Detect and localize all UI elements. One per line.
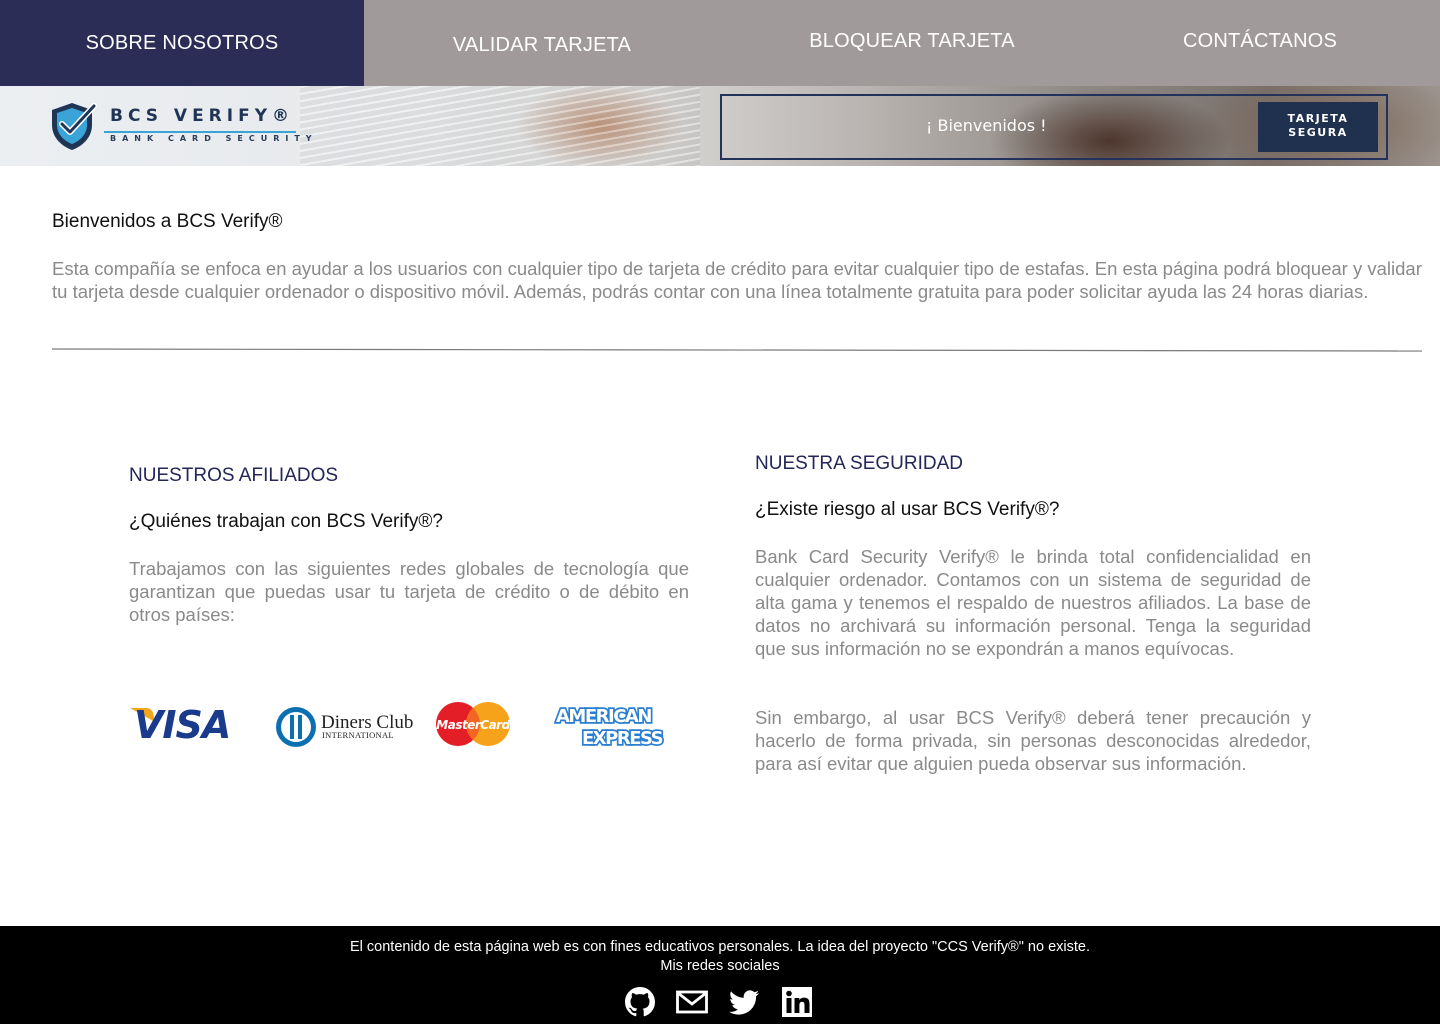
diners-club-logo: Diners Club INTERNATIONAL [276, 707, 413, 747]
badge-label: TARJETA SEGURA [1287, 112, 1349, 139]
nav-bloquear-tarjeta[interactable]: BLOQUEAR TARJETA [720, 0, 1104, 86]
svg-text:VISA: VISA [134, 703, 230, 746]
affiliates-body: Trabajamos con las siguientes redes glob… [129, 558, 689, 625]
banner-texture [300, 86, 700, 166]
nav-label: BLOQUEAR TARJETA [809, 30, 1015, 52]
top-nav: SOBRE NOSOTROS VALIDAR TARJETA BLOQUEAR … [0, 0, 1440, 86]
svg-text:EXPRESS: EXPRESS [582, 728, 663, 748]
logo-underline [104, 131, 296, 133]
nav-sobre-nosotros[interactable]: SOBRE NOSOTROS [0, 0, 364, 86]
nav-validar-tarjeta[interactable]: VALIDAR TARJETA [364, 0, 720, 86]
secure-card-badge: TARJETA SEGURA [1258, 102, 1378, 152]
welcome-text: ¡ Bienvenidos ! [926, 116, 1047, 135]
shield-check-icon [52, 103, 97, 150]
nav-label: VALIDAR TARJETA [452, 34, 632, 56]
intro-title: Bienvenidos a BCS Verify® [52, 211, 283, 232]
mail-icon[interactable] [676, 986, 708, 1018]
security-question: ¿Existe riesgo al usar BCS Verify®? [755, 499, 1060, 520]
svg-text:MasterCard: MasterCard [436, 718, 510, 732]
mastercard-logo: MasterCard [436, 702, 511, 746]
nav-label: SOBRE NOSOTROS [85, 32, 279, 54]
security-heading: NUESTRA SEGURIDAD [755, 453, 963, 474]
affiliates-heading: NUESTROS AFILIADOS [129, 465, 339, 486]
affiliates-question: ¿Quiénes trabajan con BCS Verify®? [129, 511, 443, 532]
twitter-icon[interactable] [728, 986, 760, 1018]
logo-subtitle: BANK CARD SECURITY [110, 134, 318, 143]
section-divider [52, 348, 1422, 352]
security-body-1: Bank Card Security Verify® le brinda tot… [755, 546, 1311, 659]
bcs-logo[interactable]: BCS VERIFY® BANK CARD SECURITY [48, 100, 312, 152]
github-icon[interactable] [624, 986, 656, 1018]
footer-social-label: Mis redes sociales [660, 958, 780, 974]
intro-body: Esta compañía se enfoca en ayudar a los … [52, 258, 1422, 302]
american-express-logo: AMERICAN EXPRESS [554, 704, 666, 748]
welcome-box: ¡ Bienvenidos ! TARJETA SEGURA [720, 94, 1388, 160]
visa-logo: VISA [130, 703, 231, 746]
linkedin-icon[interactable] [781, 986, 813, 1018]
hero-banner: BCS VERIFY® BANK CARD SECURITY ¡ Bienven… [0, 86, 1440, 166]
svg-text:INTERNATIONAL: INTERNATIONAL [322, 730, 394, 740]
footer: El contenido de esta página web es con f… [0, 926, 1440, 1024]
svg-text:AMERICAN: AMERICAN [556, 706, 651, 727]
footer-note: El contenido de esta página web es con f… [350, 939, 1090, 955]
nav-contactanos[interactable]: CONTÁCTANOS [1104, 0, 1416, 86]
logo-title: BCS VERIFY® [110, 106, 295, 126]
security-body-2: Sin embargo, al usar BCS Verify® deberá … [755, 707, 1311, 774]
nav-label: CONTÁCTANOS [1182, 30, 1338, 52]
